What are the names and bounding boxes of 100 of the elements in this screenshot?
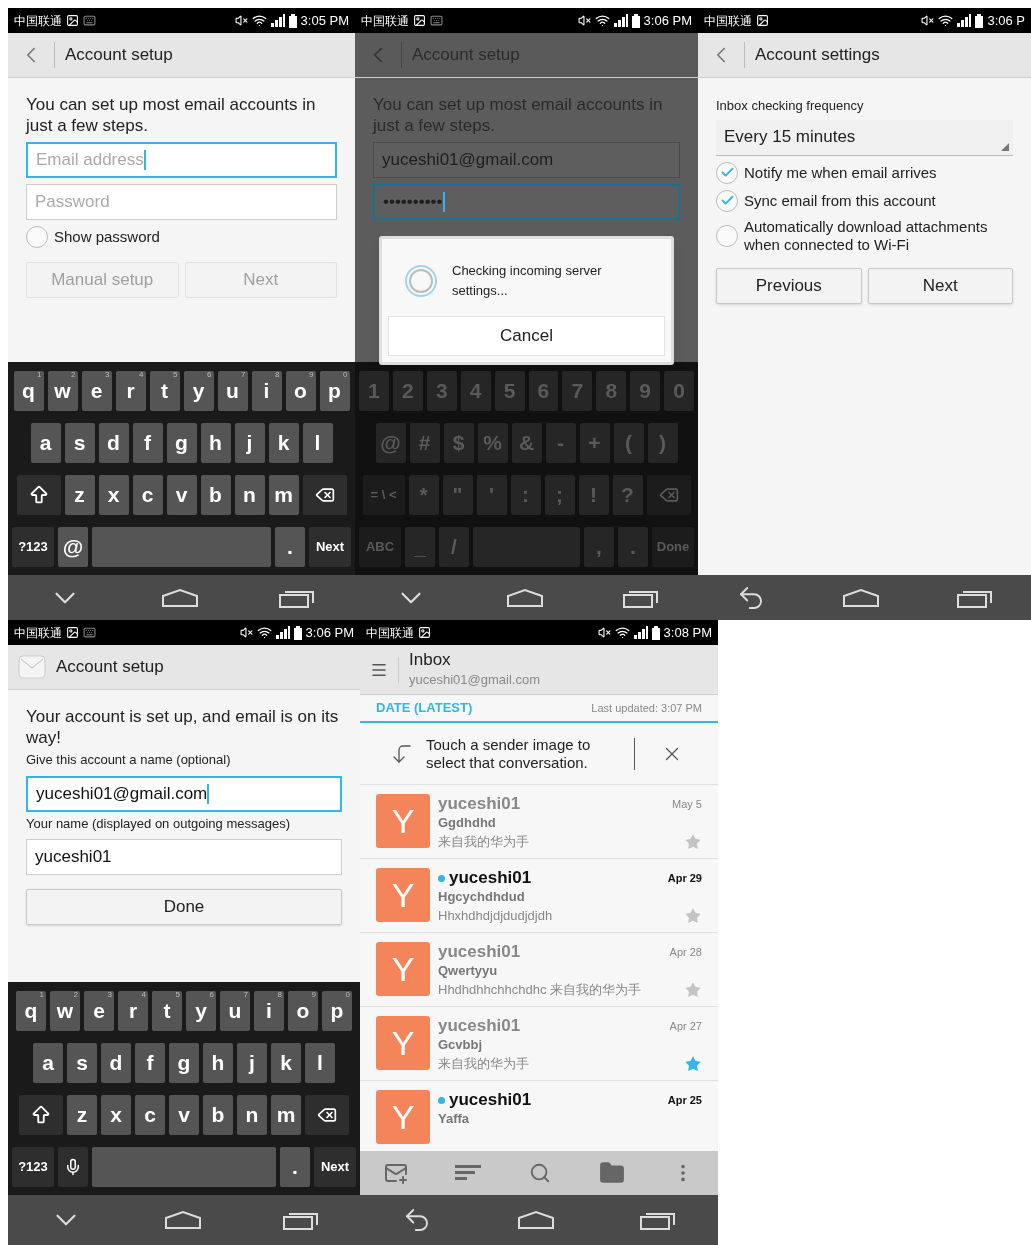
keyboard-key[interactable]: w 2 xyxy=(50,990,80,1031)
home-icon[interactable] xyxy=(842,587,881,608)
keyboard-key[interactable]: b xyxy=(200,474,231,515)
recents-icon[interactable] xyxy=(283,1210,320,1230)
shift-key[interactable] xyxy=(16,474,61,515)
keyboard-key[interactable]: z xyxy=(67,1094,97,1135)
keyboard-key[interactable]: h xyxy=(200,422,231,463)
checkbox[interactable] xyxy=(716,224,738,247)
keyboard-key[interactable]: a xyxy=(30,422,61,463)
keyboard-key[interactable]: k xyxy=(271,1042,301,1083)
message-row[interactable]: Y yuceshi01 Apr 27 Gcvbbj 来自我的华为手 xyxy=(360,1007,718,1081)
search-icon[interactable] xyxy=(529,1162,551,1184)
keyboard-key[interactable]: e 3 xyxy=(81,370,112,411)
recents-icon[interactable] xyxy=(639,1210,676,1230)
keyboard-key[interactable]: r 4 xyxy=(115,370,146,411)
keyboard-key[interactable]: m xyxy=(268,474,299,515)
delete-key[interactable] xyxy=(302,474,347,515)
keyboard-key[interactable]: k xyxy=(268,422,299,463)
keyboard-key[interactable]: e 3 xyxy=(84,990,114,1031)
keyboard-key[interactable]: q 1 xyxy=(13,370,44,411)
input-field[interactable]: yuceshi01 xyxy=(26,839,342,875)
keyboard-key[interactable]: l xyxy=(302,422,333,463)
message-subject: Ggdhdhd xyxy=(438,814,497,832)
keyboard-key[interactable]: q 1 xyxy=(16,990,46,1031)
keyboard-icon xyxy=(83,14,96,27)
keyboard-key[interactable]: l xyxy=(305,1042,335,1083)
mic-key[interactable] xyxy=(58,1146,88,1187)
keyboard-key[interactable]: d xyxy=(101,1042,131,1083)
action-button[interactable]: Previous xyxy=(716,267,862,304)
keyboard-key[interactable]: Next xyxy=(309,526,351,567)
delete-key[interactable] xyxy=(305,1094,349,1135)
message-row[interactable]: Y yuceshi01 May 5 Ggdhdhd 来自我的华为手 xyxy=(360,785,718,859)
home-icon[interactable] xyxy=(506,587,545,608)
home-icon[interactable] xyxy=(517,1210,555,1230)
folder-icon[interactable] xyxy=(598,1160,625,1186)
keyboard-key[interactable]: p 0 xyxy=(322,990,352,1031)
message-row[interactable]: Y yuceshi01 Apr 28 Qwertyyu Hhdhdhhchhchdhc 来自我的华为手 xyxy=(360,933,718,1007)
keyboard-key[interactable]: ?123 xyxy=(12,1146,54,1187)
star-icon[interactable] xyxy=(684,1054,702,1073)
keyboard-key[interactable]: o 9 xyxy=(288,990,318,1031)
keyboard-key[interactable]: x xyxy=(101,1094,131,1135)
keyboard-key[interactable]: ?123 xyxy=(12,526,54,567)
keyboard-key[interactable]: t 5 xyxy=(152,990,182,1031)
keyboard-key[interactable]: @ xyxy=(58,526,88,567)
keyboard-key[interactable]: t 5 xyxy=(149,370,180,411)
compose-icon[interactable] xyxy=(383,1161,408,1185)
checkbox[interactable] xyxy=(716,161,738,184)
action-button[interactable]: Done xyxy=(26,889,342,925)
action-button[interactable]: Next xyxy=(867,267,1013,304)
keyboard-key[interactable]: u 7 xyxy=(217,370,248,411)
keyboard-key[interactable]: Next xyxy=(314,1146,356,1187)
keyboard-key[interactable]: i 8 xyxy=(251,370,282,411)
carrier-label: 中国联通 xyxy=(14,624,62,642)
keyboard-key[interactable]: v xyxy=(169,1094,199,1135)
home-icon[interactable] xyxy=(161,587,200,608)
checkbox[interactable] xyxy=(26,226,48,248)
message-row[interactable]: Y yuceshi01 Apr 29 Hgcychdhdud Hhxhdhdjdjdudjdjdh xyxy=(360,859,718,933)
keyboard-key[interactable]: . xyxy=(280,1146,310,1187)
keyboard-key[interactable]: . xyxy=(275,526,305,567)
checkbox[interactable] xyxy=(716,189,738,212)
keyboard-key[interactable]: j xyxy=(237,1042,267,1083)
keyboard-key[interactable]: s xyxy=(67,1042,97,1083)
keyboard-key[interactable]: h xyxy=(203,1042,233,1083)
input-field[interactable]: yuceshi01@gmail.com xyxy=(26,775,342,812)
keyboard-key[interactable]: p 0 xyxy=(319,370,350,411)
keyboard-key[interactable]: y 6 xyxy=(186,990,216,1031)
home-icon[interactable] xyxy=(164,1210,202,1230)
keyboard-key[interactable]: n xyxy=(234,474,265,515)
shift-key[interactable] xyxy=(19,1094,63,1135)
sort-icon[interactable] xyxy=(455,1165,482,1181)
star-icon[interactable] xyxy=(684,906,702,925)
keyboard-key[interactable]: a xyxy=(33,1042,63,1083)
keyboard-key[interactable]: b xyxy=(203,1094,233,1135)
star-icon[interactable] xyxy=(684,980,702,999)
keyboard-key[interactable]: z xyxy=(64,474,95,515)
keyboard-key[interactable]: m xyxy=(271,1094,301,1135)
star-icon[interactable] xyxy=(684,832,702,851)
keyboard-key[interactable]: w 2 xyxy=(47,370,78,411)
keyboard-key[interactable]: i 8 xyxy=(254,990,284,1031)
keyboard-key[interactable]: v xyxy=(166,474,197,515)
keyboard-key[interactable]: j xyxy=(234,422,265,463)
keyboard-key[interactable]: r 4 xyxy=(118,990,148,1031)
keyboard-key[interactable]: s xyxy=(64,422,95,463)
keyboard-key[interactable]: f xyxy=(135,1042,165,1083)
keyboard-key[interactable]: d xyxy=(98,422,129,463)
cancel-button[interactable]: Cancel xyxy=(388,316,665,356)
keyboard-key[interactable]: g xyxy=(166,422,197,463)
keyboard-key[interactable]: f xyxy=(132,422,163,463)
keyboard-key[interactable]: o 9 xyxy=(285,370,316,411)
keyboard-key[interactable]: c xyxy=(135,1094,165,1135)
header-title: Inbox xyxy=(409,649,452,671)
keyboard-key[interactable]: n xyxy=(237,1094,267,1135)
keyboard-key[interactable]: u 7 xyxy=(220,990,250,1031)
keyboard-key[interactable]: c xyxy=(132,474,163,515)
frequency-dropdown[interactable]: Every 15 minutes xyxy=(716,119,1013,156)
signal-icon xyxy=(270,14,285,27)
keyboard-key[interactable]: g xyxy=(169,1042,199,1083)
keyboard-key[interactable]: y 6 xyxy=(183,370,214,411)
keyboard-key[interactable]: x xyxy=(98,474,129,515)
message-subject: Qwertyyu xyxy=(438,962,499,980)
